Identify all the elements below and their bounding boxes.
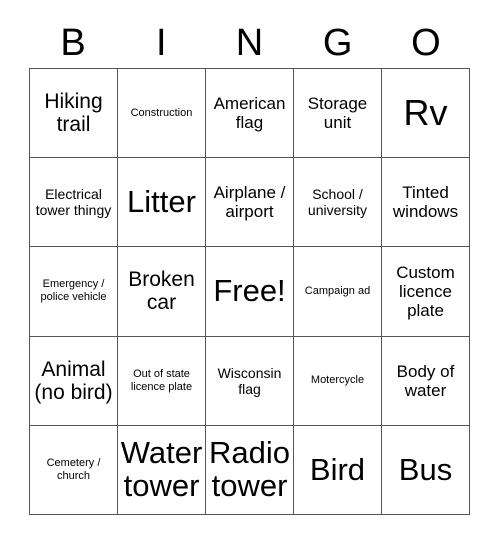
bingo-cell-g5[interactable]: Bird <box>294 425 382 515</box>
header-letter-i: I <box>156 22 167 64</box>
header-letter-o: O <box>411 22 441 64</box>
bingo-cell-label: Rv <box>403 91 448 133</box>
header-letter-g: G <box>322 22 353 64</box>
bingo-cell-b5[interactable]: Cemetery / church <box>30 425 118 515</box>
bingo-cell-label: Bus <box>398 451 453 487</box>
bingo-cell-label: Custom licence plate <box>396 262 455 320</box>
bingo-cell-label: Emergency / police vehicle <box>40 278 107 304</box>
bingo-cell-label: American flag <box>213 94 286 133</box>
bingo-cell-i3[interactable]: Broken car <box>118 247 206 337</box>
bingo-cell-o1[interactable]: Rv <box>382 69 470 159</box>
bingo-cell-g1[interactable]: Storage unit <box>294 69 382 159</box>
bingo-grid: Hiking trail Construction American flag … <box>29 68 470 515</box>
bingo-cell-label: Tinted windows <box>392 183 459 222</box>
bingo-cell-n5[interactable]: Radio tower <box>206 425 294 515</box>
bingo-cell-label: Wisconsin flag <box>217 364 282 397</box>
bingo-card: B I N G O Hiking trail Construction Amer… <box>0 0 500 544</box>
bingo-cell-b1[interactable]: Hiking trail <box>30 69 118 159</box>
bingo-cell-i5[interactable]: Water tower <box>118 425 206 515</box>
bingo-cell-label: Radio tower <box>209 435 290 503</box>
bingo-cell-o2[interactable]: Tinted windows <box>382 158 470 248</box>
bingo-cell-o3[interactable]: Custom licence plate <box>382 247 470 337</box>
bingo-cell-i2[interactable]: Litter <box>118 158 206 248</box>
bingo-cell-b3[interactable]: Emergency / police vehicle <box>30 247 118 337</box>
bingo-header-row: B I N G O <box>29 18 470 68</box>
bingo-cell-label: Electrical tower thingy <box>35 186 112 219</box>
bingo-cell-label: Airplane / airport <box>213 183 286 222</box>
bingo-cell-g2[interactable]: School / university <box>294 158 382 248</box>
bingo-cell-o5[interactable]: Bus <box>382 425 470 515</box>
bingo-cell-label: Motercycle <box>310 374 365 387</box>
free-space-label: Free! <box>213 273 286 309</box>
bingo-cell-label: Body of water <box>396 361 455 400</box>
bingo-cell-n1[interactable]: American flag <box>206 69 294 159</box>
bingo-cell-label: Bird <box>309 451 366 487</box>
bingo-cell-n4[interactable]: Wisconsin flag <box>206 336 294 426</box>
bingo-cell-label: Hiking trail <box>44 90 103 137</box>
bingo-cell-g3[interactable]: Campaign ad <box>294 247 382 337</box>
bingo-cell-b2[interactable]: Electrical tower thingy <box>30 158 118 248</box>
bingo-cell-label: Animal (no bird) <box>34 357 113 404</box>
bingo-cell-free-space[interactable]: Free! <box>206 247 294 337</box>
bingo-cell-b4[interactable]: Animal (no bird) <box>30 336 118 426</box>
bingo-cell-g4[interactable]: Motercycle <box>294 336 382 426</box>
header-letter-b: B <box>60 22 86 64</box>
bingo-cell-i4[interactable]: Out of state licence plate <box>118 336 206 426</box>
bingo-cell-n2[interactable]: Airplane / airport <box>206 158 294 248</box>
bingo-cell-label: Construction <box>130 106 193 119</box>
header-letter-n: N <box>235 22 264 64</box>
bingo-cell-label: Out of state licence plate <box>130 367 193 393</box>
bingo-cell-label: Storage unit <box>307 94 368 133</box>
bingo-cell-label: School / university <box>307 186 368 219</box>
bingo-cell-label: Broken car <box>128 268 195 315</box>
bingo-cell-label: Litter <box>127 184 196 220</box>
bingo-cell-i1[interactable]: Construction <box>118 69 206 159</box>
bingo-cell-o4[interactable]: Body of water <box>382 336 470 426</box>
bingo-cell-label: Cemetery / church <box>46 456 101 482</box>
bingo-cell-label: Campaign ad <box>304 284 371 297</box>
bingo-cell-label: Water tower <box>120 435 203 503</box>
